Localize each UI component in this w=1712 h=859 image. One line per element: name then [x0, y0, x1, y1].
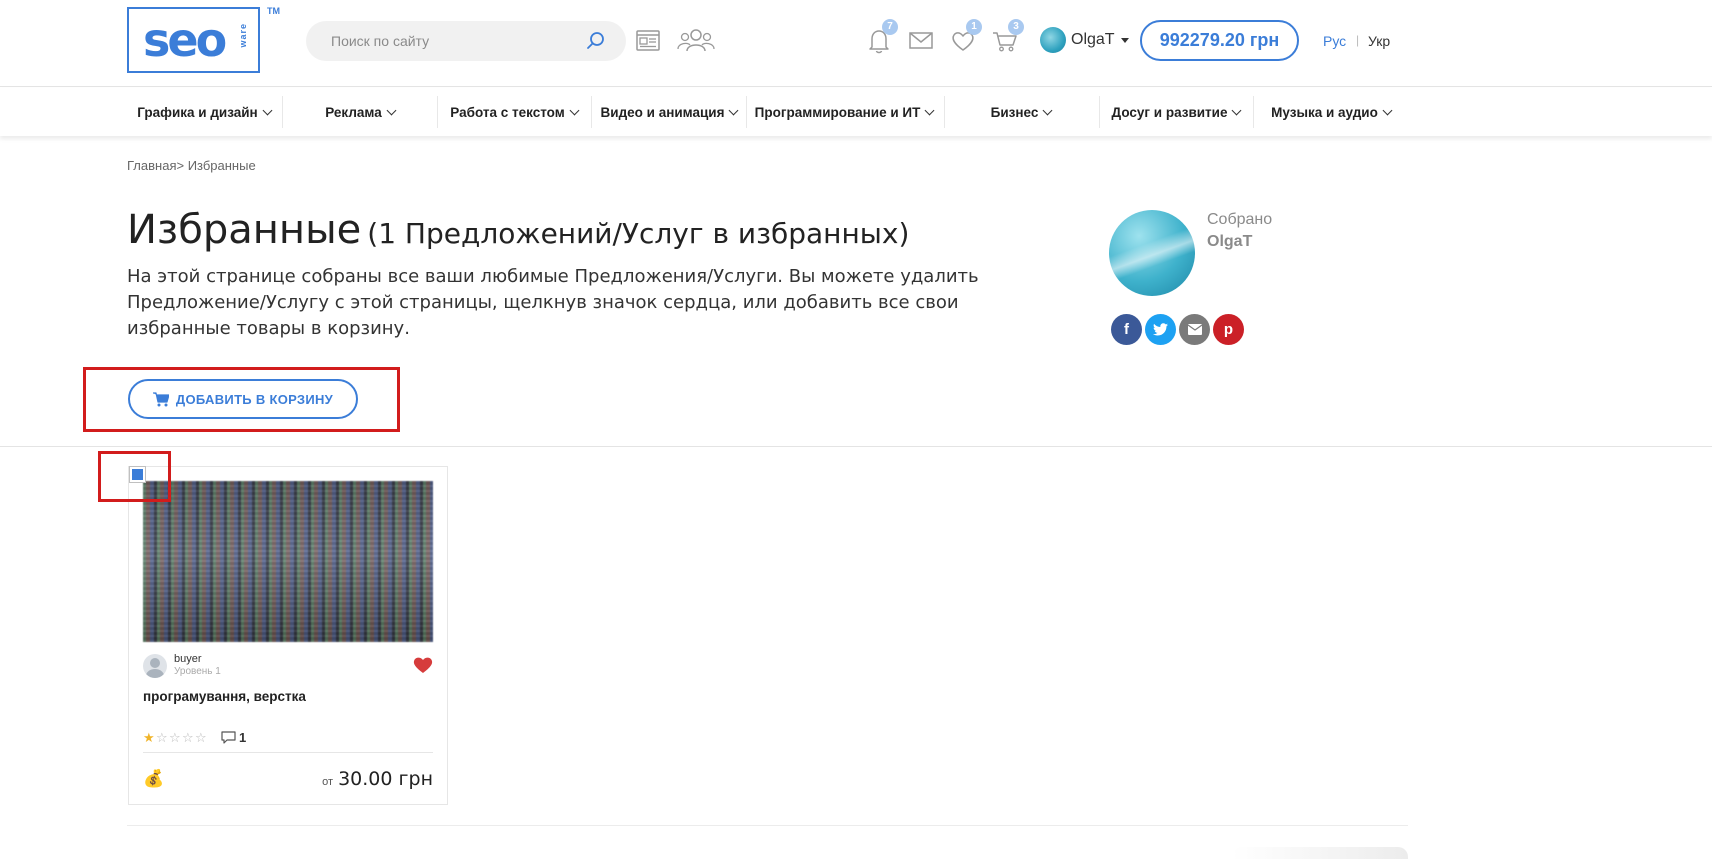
seller-level: Уровень 1 — [174, 666, 221, 677]
category-video-animation[interactable]: Видео и анимация — [592, 88, 746, 136]
star-empty-icon: ☆ — [169, 730, 181, 745]
news-icon[interactable] — [632, 24, 664, 56]
price-value: 30.00 грн — [338, 768, 433, 790]
comments-value: 1 — [239, 730, 247, 745]
comment-icon — [221, 731, 236, 744]
chevron-down-icon — [1120, 37, 1129, 43]
product-price: от 30.00 грн — [322, 768, 433, 790]
logo-word: seo — [143, 13, 227, 67]
logo-sub: ware — [238, 23, 248, 48]
category-music-audio[interactable]: Музыка и аудио — [1254, 88, 1408, 136]
lang-separator: | — [1356, 33, 1360, 47]
product-card[interactable]: buyer Уровень 1 програмування, верстка ★… — [128, 466, 448, 805]
users-icon[interactable] — [676, 24, 716, 56]
chevron-down-icon — [569, 105, 580, 115]
bell-icon[interactable]: 7 — [864, 19, 898, 56]
site-header: seo ware TM Поиск по сайту 7 1 3 OlgaT 9… — [0, 0, 1712, 87]
category-label: Досуг и развитие — [1111, 104, 1228, 120]
breadcrumb: Главная> Избранные — [127, 158, 256, 173]
search-bar — [306, 21, 626, 61]
chevron-down-icon — [262, 105, 273, 115]
user-menu[interactable]: OlgaT — [1040, 26, 1129, 54]
collector-avatar — [1109, 210, 1195, 296]
section-divider — [0, 446, 1712, 447]
cart-icon — [152, 391, 169, 406]
search-input[interactable] — [331, 33, 571, 49]
heart-icon[interactable] — [413, 656, 433, 674]
collector-label: Собрано — [1207, 211, 1273, 228]
category-label: Музыка и аудио — [1271, 104, 1378, 120]
category-label: Реклама — [325, 104, 382, 120]
cart-badge: 3 — [1008, 19, 1024, 35]
category-text-work[interactable]: Работа с текстом — [437, 88, 591, 136]
product-image[interactable] — [143, 481, 433, 642]
mail-icon[interactable] — [906, 24, 936, 56]
chevron-down-icon — [386, 105, 397, 115]
favorites-icon[interactable]: 1 — [948, 19, 982, 56]
notifications-badge: 7 — [882, 19, 898, 35]
category-label: Графика и дизайн — [137, 104, 258, 120]
favorites-badge: 1 — [966, 19, 982, 35]
comments-count: 1 — [221, 730, 246, 745]
category-label: Бизнес — [990, 104, 1039, 120]
facebook-icon[interactable]: f — [1111, 314, 1142, 345]
card-divider — [143, 752, 433, 753]
category-leisure[interactable]: Досуг и развитие — [1099, 88, 1253, 136]
star-empty-icon: ☆ — [156, 730, 168, 745]
footer-divider — [127, 825, 1408, 826]
add-to-cart-button[interactable]: ДОБАВИТЬ В КОРЗИНУ — [128, 379, 358, 419]
scroll-shadow — [1232, 847, 1408, 859]
pinterest-glyph: p — [1223, 321, 1234, 338]
price-prefix: от — [322, 776, 334, 788]
twitter-bird-icon — [1153, 323, 1168, 336]
category-nav: Графика и дизайн Реклама Работа с тексто… — [0, 88, 1712, 136]
twitter-icon[interactable] — [1145, 314, 1176, 345]
cart-icon[interactable]: 3 — [990, 19, 1024, 56]
rating-stars: ★ ☆ ☆ ☆ ☆ — [143, 731, 208, 745]
lang-ru-link[interactable]: Рус — [1323, 33, 1346, 49]
balance-button[interactable]: 992279.20 грн — [1140, 20, 1299, 61]
product-title[interactable]: програмування, верстка — [143, 689, 306, 704]
category-graphics-design[interactable]: Графика и дизайн — [127, 88, 281, 136]
category-label: Программирование и ИТ — [754, 104, 921, 120]
logo-trademark: TM — [267, 6, 280, 16]
star-empty-icon: ☆ — [195, 730, 207, 745]
breadcrumb-separator: > — [176, 158, 185, 173]
category-business[interactable]: Бизнес — [944, 88, 1098, 136]
breadcrumb-home[interactable]: Главная — [127, 158, 176, 173]
seller-name[interactable]: buyer — [174, 653, 202, 665]
highlight-box — [98, 451, 171, 502]
collector-name[interactable]: OlgaT — [1207, 233, 1252, 251]
lang-uk-link[interactable]: Укр — [1368, 33, 1390, 49]
user-avatar — [1040, 27, 1066, 53]
chevron-down-icon — [1042, 105, 1053, 115]
user-name: OlgaT — [1071, 31, 1115, 48]
pinterest-icon[interactable]: p — [1213, 314, 1244, 345]
breadcrumb-current: Избранные — [184, 158, 256, 173]
category-programming-it[interactable]: Программирование и ИТ — [747, 88, 941, 136]
email-icon[interactable] — [1179, 314, 1210, 345]
category-advertising[interactable]: Реклама — [283, 88, 437, 136]
page-title: Избранные (1 Предложений/Услуг в избранны… — [127, 207, 909, 253]
category-label: Работа с текстом — [450, 104, 565, 120]
star-empty-icon: ☆ — [182, 730, 194, 745]
chevron-down-icon — [924, 105, 935, 115]
site-logo[interactable]: seo ware — [127, 7, 260, 73]
page-subtitle: (1 Предложений/Услуг в избранных) — [367, 217, 910, 250]
page-description: На этой странице собраны все ваши любимы… — [127, 266, 979, 339]
chevron-down-icon — [1232, 105, 1242, 115]
moneybag-icon: 💰 — [143, 769, 165, 788]
add-to-cart-label: ДОБАВИТЬ В КОРЗИНУ — [175, 391, 334, 407]
category-label: Видео и анимация — [600, 104, 725, 120]
chevron-down-icon — [1382, 105, 1393, 115]
seller-avatar[interactable] — [143, 654, 167, 678]
star-filled-icon: ★ — [143, 730, 155, 745]
search-icon[interactable] — [586, 31, 606, 51]
facebook-glyph: f — [1124, 321, 1129, 338]
page-title-text: Избранные — [127, 207, 362, 253]
chevron-down-icon — [729, 105, 739, 115]
envelope-icon — [1187, 324, 1202, 335]
